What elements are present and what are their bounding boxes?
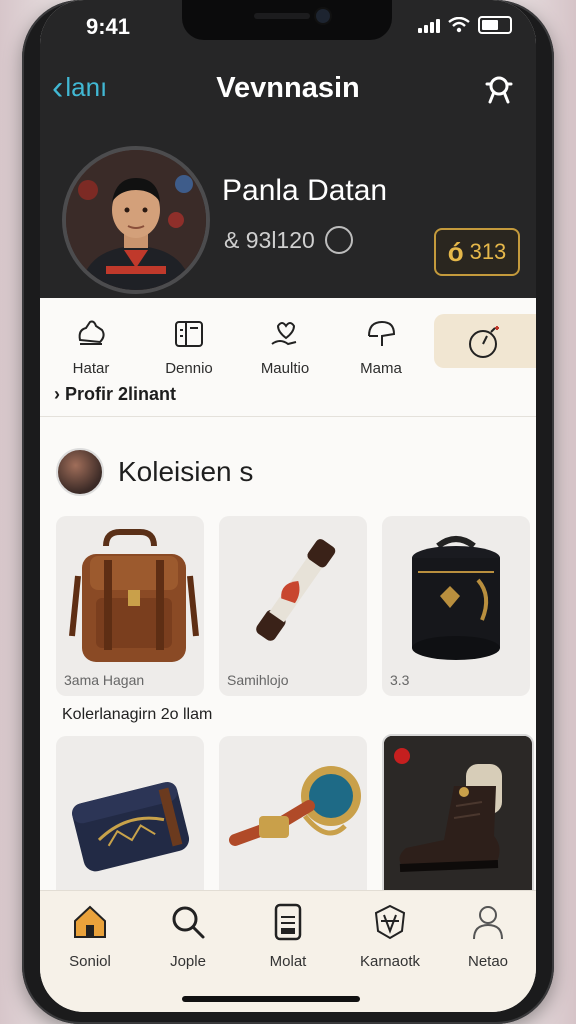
settings-icon[interactable] xyxy=(482,72,516,106)
case-icon xyxy=(71,782,190,872)
camera-icon xyxy=(316,9,330,23)
top-nav: ‹ lanı Vevnnasin xyxy=(40,62,536,118)
chevron-right-icon: › xyxy=(54,384,60,404)
signal-icon xyxy=(418,17,440,33)
tab-soniol[interactable]: Soniol xyxy=(50,903,130,970)
badge-icon xyxy=(324,226,353,254)
profile-meta: & 93l120 xyxy=(224,226,353,254)
coin-count: 313 xyxy=(469,239,507,264)
home-indicator[interactable] xyxy=(182,996,360,1002)
tab-label: Netao xyxy=(467,953,509,970)
breadcrumb[interactable]: › Profir 2linant xyxy=(54,384,176,405)
backpack-icon xyxy=(69,529,199,662)
card-icon xyxy=(175,321,203,347)
content-card: Hatar Dennio Maultio Mama › Profir 2lina… xyxy=(40,298,536,918)
tab-dennio[interactable]: Dennio xyxy=(148,318,230,377)
phone-frame: 9:41 ‹ lanı Vevnnasin Panla Datan & 93l1… xyxy=(22,0,554,1024)
collection-item[interactable]: Samihlojo xyxy=(219,516,367,696)
coin-badge[interactable]: ó 313 xyxy=(434,228,520,276)
collection-subheading: Kolerlanagirn 2o llam xyxy=(62,706,213,723)
battery-icon xyxy=(478,16,512,34)
bottom-tab-bar: Soniol Jople Molat Karnaotk Netao xyxy=(40,890,536,1012)
profile-avatar[interactable] xyxy=(62,146,210,294)
profile-meta-text: & 93l120 xyxy=(224,226,315,253)
tab-label: Hatar xyxy=(72,360,110,377)
record-dot-icon xyxy=(394,748,410,764)
baton-icon xyxy=(256,539,336,641)
tab-label: Dennio xyxy=(165,360,213,377)
avatar[interactable] xyxy=(56,448,104,496)
avatar-photo xyxy=(66,150,206,290)
status-time: 9:41 xyxy=(86,14,131,39)
page-title: Vevnnasin xyxy=(216,72,360,104)
tab-molat[interactable]: Molat xyxy=(248,903,328,970)
emblem-icon xyxy=(374,904,406,940)
profile-tabs: Hatar Dennio Maultio Mama xyxy=(40,314,536,378)
search-icon xyxy=(172,906,205,939)
coin-icon: ó xyxy=(447,236,464,267)
tab-maultio[interactable]: Maultio xyxy=(244,318,326,377)
collection-title: Koleisien s xyxy=(118,456,254,487)
tab-netao[interactable]: Netao xyxy=(448,903,528,970)
tab-label: Soniol xyxy=(69,953,111,970)
item-caption: 3.3 xyxy=(390,672,410,688)
divider xyxy=(40,416,536,417)
collection-item[interactable] xyxy=(56,736,204,916)
collection-header: Koleisien s xyxy=(56,448,253,496)
tab-label: Karnaotk xyxy=(359,953,421,970)
tab-hatar[interactable]: Hatar xyxy=(50,318,132,377)
tab-label: Jople xyxy=(170,953,206,970)
speaker-grille xyxy=(254,13,310,19)
helmet-icon xyxy=(368,320,396,346)
item-caption: 3ama Hagan xyxy=(64,672,145,688)
hand-heart-icon xyxy=(271,322,297,346)
profile-name: Panla Datan xyxy=(222,174,388,207)
trumpet-icon xyxy=(229,766,361,846)
phone-doc-icon xyxy=(274,903,302,941)
tab-karnaotk[interactable]: Karnaotk xyxy=(350,903,430,970)
tab-compass[interactable] xyxy=(434,314,536,368)
tab-label: Maultio xyxy=(260,360,310,377)
profile-header: 9:41 ‹ lanı Vevnnasin Panla Datan & 93l1… xyxy=(40,0,536,300)
collection-item[interactable]: 3ama Hagan xyxy=(56,516,204,696)
tab-mama[interactable]: Mama xyxy=(340,318,422,377)
drum-icon xyxy=(412,536,500,660)
status-icons xyxy=(418,16,512,34)
collection-item[interactable]: 3.3 xyxy=(382,516,530,696)
wifi-icon xyxy=(448,17,470,33)
tab-label: Mama xyxy=(360,360,402,377)
compass-icon xyxy=(469,326,499,358)
tab-jople[interactable]: Jople xyxy=(148,903,228,970)
home-icon xyxy=(74,905,106,938)
person-icon xyxy=(473,906,503,940)
breadcrumb-text: Profir 2linant xyxy=(65,384,177,404)
screen: 9:41 ‹ lanı Vevnnasin Panla Datan & 93l1… xyxy=(40,0,536,1012)
item-caption: Samihlojo xyxy=(227,672,289,688)
notch xyxy=(182,0,392,40)
collection-item[interactable] xyxy=(219,736,367,916)
hand-icon xyxy=(78,320,105,345)
tab-label: Molat xyxy=(269,953,307,970)
